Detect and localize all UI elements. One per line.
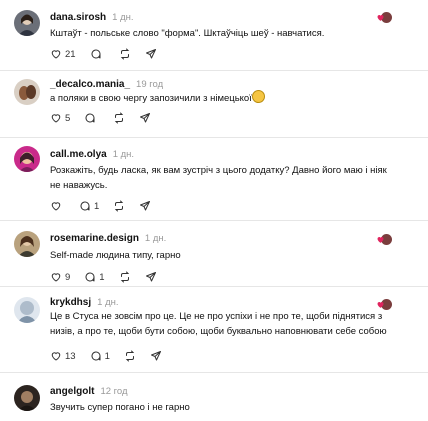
reply-button[interactable] — [84, 112, 99, 124]
reply-button[interactable]: 1 — [79, 200, 99, 212]
heart-filled-icon — [377, 237, 384, 243]
share-icon — [150, 351, 161, 361]
like-count: 9 — [65, 271, 71, 283]
username[interactable]: angelgolt — [50, 386, 94, 397]
heart-filled-icon — [377, 15, 384, 21]
comment-item: call.me.olya 1 дн. Розкажіть, будь ласка… — [0, 138, 428, 220]
reply-count: 1 — [99, 271, 105, 283]
repost-button[interactable] — [113, 112, 125, 124]
repost-icon — [125, 350, 135, 362]
comment-item: _decalco.mania_ 19 год а поляки в свою ч… — [0, 71, 428, 137]
comment-item: krykdhsj 1 дн. Це в Стуса не зовсім про … — [0, 287, 428, 372]
share-icon — [140, 201, 151, 211]
like-button[interactable] — [50, 200, 65, 212]
comment-bubble-icon — [85, 272, 95, 282]
like-count: 21 — [65, 48, 76, 60]
timestamp: 1 дн. — [112, 149, 135, 160]
reply-count: 1 — [94, 200, 100, 212]
share-button[interactable] — [145, 48, 157, 60]
timestamp: 1 дн. — [112, 12, 134, 23]
heart-outline-icon — [51, 273, 61, 282]
like-button[interactable]: 5 — [50, 112, 70, 124]
comment-text: Розкажіть, будь ласка, як вам зустріч з … — [50, 165, 387, 191]
username[interactable]: call.me.olya — [50, 149, 107, 160]
avatar[interactable] — [14, 385, 40, 411]
username[interactable]: krykdhsj — [50, 297, 91, 308]
repost-button[interactable] — [119, 48, 131, 60]
like-count: 13 — [65, 350, 76, 362]
liked-by-author-badge — [376, 234, 392, 245]
comment-bubble-icon — [91, 49, 101, 59]
share-button[interactable] — [139, 200, 151, 212]
share-icon — [145, 272, 156, 282]
reply-button[interactable]: 1 — [84, 271, 105, 283]
comment-bubble-icon — [91, 351, 101, 361]
repost-icon — [115, 112, 124, 124]
repost-button[interactable] — [113, 200, 125, 212]
comment-text: Self-made людина типу, гарно — [50, 250, 181, 261]
username[interactable]: dana.sirosh — [50, 12, 106, 23]
smiling-face-emoji-icon — [251, 90, 265, 103]
like-count: 5 — [65, 112, 71, 124]
share-icon — [145, 49, 156, 59]
repost-icon — [120, 271, 129, 283]
timestamp: 1 дн. — [144, 233, 167, 244]
username[interactable]: rosemarine.design — [50, 233, 139, 244]
comment-item: angelgolt 12 год Звучить супер погано і … — [0, 373, 428, 421]
username[interactable]: _decalco.mania_ — [50, 79, 130, 90]
timestamp: 1 дн. — [97, 297, 119, 308]
share-button[interactable] — [150, 350, 162, 362]
comment-text: Звучить супер погано і не гарно — [50, 402, 190, 413]
comment-text: Це в Стуса не зовсім про це. Це не про у… — [50, 311, 387, 337]
reply-count: 1 — [104, 350, 110, 362]
comment-item: dana.sirosh 1 дн. Кштаўт - польське слов… — [0, 0, 428, 70]
heart-outline-icon — [51, 50, 61, 59]
repost-icon — [120, 48, 129, 60]
comment-bubble-icon — [80, 201, 90, 211]
avatar[interactable] — [14, 10, 40, 36]
like-button[interactable]: 13 — [50, 350, 76, 362]
repost-button[interactable] — [124, 350, 136, 362]
like-button[interactable]: 21 — [50, 48, 76, 60]
share-icon — [140, 113, 151, 123]
timestamp: 12 год — [100, 386, 128, 397]
like-button[interactable]: 9 — [50, 271, 70, 283]
repost-button[interactable] — [119, 271, 131, 283]
comment-text: Кштаўт - польське слово "форма". Шктаўчі… — [50, 28, 325, 39]
avatar[interactable] — [14, 146, 40, 172]
timestamp: 19 год — [136, 79, 164, 90]
avatar[interactable] — [14, 297, 40, 323]
heart-filled-icon — [377, 302, 384, 308]
comment-text: а поляки в свою чергу запозичили з німец… — [50, 90, 390, 106]
avatar[interactable] — [14, 231, 40, 257]
comment-bubble-icon — [85, 113, 95, 123]
repost-icon — [115, 200, 124, 212]
liked-by-author-badge — [376, 12, 392, 23]
heart-outline-icon — [51, 114, 61, 123]
heart-outline-icon — [51, 352, 61, 361]
heart-outline-icon — [51, 202, 61, 211]
avatar[interactable] — [14, 79, 40, 105]
reply-button[interactable] — [90, 48, 105, 60]
share-button[interactable] — [139, 112, 151, 124]
reply-button[interactable]: 1 — [90, 350, 110, 362]
share-button[interactable] — [145, 271, 157, 283]
comments-list: dana.sirosh 1 дн. Кштаўт - польське слов… — [0, 0, 428, 421]
comment-item: rosemarine.design 1 дн. Self-made людина… — [0, 221, 428, 286]
